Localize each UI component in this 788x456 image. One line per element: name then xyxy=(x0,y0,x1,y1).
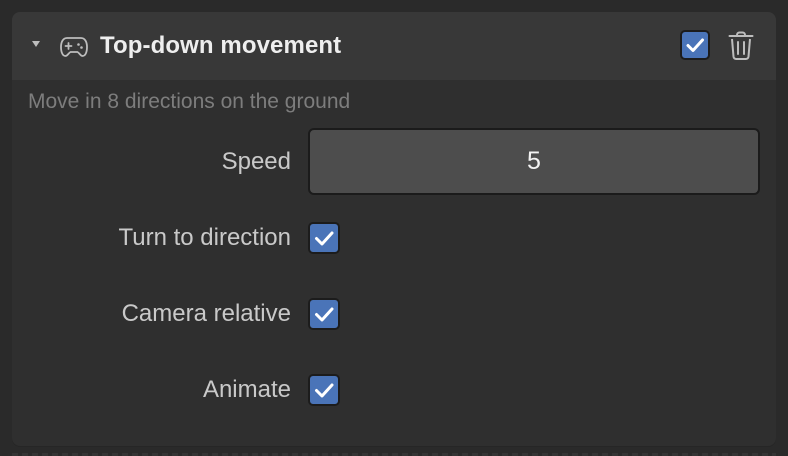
component-panel: Top-down movement Move in 8 directions o… xyxy=(12,12,776,446)
trash-icon[interactable] xyxy=(727,31,755,61)
turn-to-direction-checkbox[interactable] xyxy=(308,222,340,254)
camera-relative-label: Camera relative xyxy=(121,300,291,327)
component-description: Move in 8 directions on the ground xyxy=(28,90,351,113)
checkmark-icon xyxy=(315,231,334,246)
animate-label: Animate xyxy=(202,376,291,403)
collapse-chevron-down-icon[interactable] xyxy=(32,41,40,47)
checkmark-icon xyxy=(686,38,704,52)
turn-to-direction-label: Turn to direction xyxy=(118,224,291,251)
animate-checkbox[interactable] xyxy=(308,374,340,406)
camera-relative-checkbox[interactable] xyxy=(308,298,340,330)
checkmark-icon xyxy=(315,383,334,398)
component-enabled-checkbox[interactable] xyxy=(680,30,710,60)
speed-label: Speed xyxy=(221,148,291,175)
gamepad-icon xyxy=(60,37,88,57)
checkmark-icon xyxy=(315,307,334,322)
component-title: Top-down movement xyxy=(100,32,342,59)
component-header[interactable]: Top-down movement xyxy=(12,12,776,80)
speed-input[interactable]: 5 xyxy=(308,128,760,195)
